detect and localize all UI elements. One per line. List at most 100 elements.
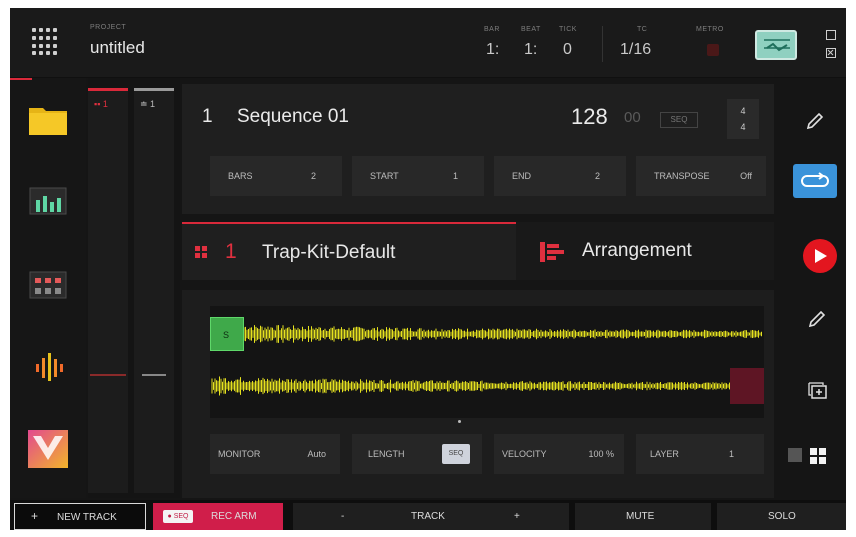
monitor-param[interactable]: MONITOR Auto (210, 434, 340, 474)
bpm-mode-badge[interactable]: SEQ (660, 112, 698, 128)
mute-button[interactable]: MUTE (575, 503, 711, 530)
button-label: TRACK (411, 511, 445, 522)
waveform-channel (243, 325, 762, 343)
new-track-button[interactable]: + NEW TRACK (14, 503, 146, 530)
start-param[interactable]: START 1 (352, 156, 484, 196)
track-number: 1 (225, 240, 237, 263)
browser-sidebar (10, 78, 86, 498)
level-marker (90, 374, 126, 376)
sequence-name[interactable]: Sequence 01 (237, 106, 349, 128)
param-label: LAYER (650, 449, 679, 459)
track-prev-button[interactable]: - (341, 511, 344, 522)
list-view-icon[interactable] (788, 448, 802, 462)
mixer-levels-icon[interactable] (28, 182, 68, 216)
pads-mixer-icon[interactable] (28, 266, 68, 300)
waveform-panel: S MONITOR Auto LENGTH SEQ VELOCITY 100 %… (182, 290, 774, 498)
track-strip-1[interactable]: ▪▪ 1 (88, 88, 128, 493)
beat-label: BEAT (521, 26, 541, 33)
end-param[interactable]: END 2 (494, 156, 626, 196)
param-label: LENGTH (368, 449, 405, 459)
play-button[interactable] (803, 239, 837, 273)
loop-button[interactable] (793, 164, 837, 198)
rec-arm-badge: ● SEQ (163, 510, 193, 523)
level-marker (142, 374, 166, 376)
button-label: MUTE (626, 511, 655, 522)
arrangement-icon (540, 240, 564, 269)
mixer-icon[interactable] (755, 30, 797, 60)
track-strip-2[interactable]: ≐ 1 (134, 88, 174, 493)
length-param[interactable]: LENGTH SEQ (352, 434, 482, 474)
sequence-number: 1 (202, 106, 213, 127)
playhead-dot (458, 420, 461, 423)
timesig-top: 4 (740, 106, 746, 116)
param-value: 1 (728, 449, 734, 459)
tc-label: TC (637, 26, 648, 33)
param-value: Off (740, 171, 752, 181)
rec-arm-button[interactable]: ● SEQ REC ARM (153, 503, 283, 530)
pencil-icon[interactable] (806, 112, 824, 135)
end-marker[interactable] (730, 368, 764, 404)
bars-param[interactable]: BARS 2 (210, 156, 342, 196)
metro-label: METRO (696, 26, 724, 33)
track-selector[interactable]: - TRACK + (293, 503, 569, 530)
tab-track[interactable]: 1 Trap-Kit-Default (182, 222, 516, 280)
tick-value[interactable]: 0 (563, 41, 572, 59)
param-value: 2 (310, 171, 316, 181)
start-marker[interactable]: S (210, 317, 244, 351)
header-divider (602, 26, 603, 62)
timesig-bottom: 4 (740, 122, 746, 132)
tick-label: TICK (559, 26, 577, 33)
sample-edit-icon[interactable] (28, 350, 68, 384)
tc-value[interactable]: 1/16 (620, 41, 651, 59)
close-window-icon[interactable] (826, 48, 836, 58)
project-name[interactable]: untitled (90, 38, 145, 58)
bar-label: BAR (484, 26, 500, 33)
transpose-param[interactable]: TRANSPOSE Off (636, 156, 766, 196)
beat-value[interactable]: 1: (524, 41, 537, 59)
strip-label: ▪▪ 1 (94, 99, 108, 109)
layer-param[interactable]: LAYER 1 (636, 434, 764, 474)
solo-button[interactable]: SOLO (717, 503, 846, 530)
param-value: Auto (307, 449, 326, 459)
waveform-graphic (211, 325, 762, 396)
param-value: 1 (452, 171, 458, 181)
param-label: TRANSPOSE (654, 171, 710, 181)
velocity-param[interactable]: VELOCITY 100 % (494, 434, 624, 474)
length-value-badge: SEQ (442, 444, 470, 464)
bpm-decimal[interactable]: 00 (624, 109, 641, 126)
waveform-display[interactable]: S (210, 306, 764, 423)
time-signature[interactable]: 4 4 (727, 99, 759, 139)
grid-menu-icon[interactable] (32, 28, 60, 56)
track-strips: ▪▪ 1 ≐ 1 (88, 78, 180, 498)
pencil-icon[interactable] (808, 310, 826, 333)
tool-column (776, 84, 846, 504)
param-label: END (512, 171, 532, 181)
app-screen: PROJECT untitled BAR 1: BEAT 1: TICK 0 T… (10, 8, 846, 530)
param-value: 100 % (588, 449, 614, 459)
strip-label: ≐ 1 (140, 99, 156, 109)
arrangement-name: Arrangement (582, 240, 692, 261)
plus-icon: + (31, 509, 39, 523)
header-bar: PROJECT untitled BAR 1: BEAT 1: TICK 0 T… (10, 8, 846, 78)
bottom-bar: + NEW TRACK ● SEQ REC ARM - TRACK + MUTE… (10, 500, 846, 530)
folder-icon[interactable] (28, 102, 68, 136)
bar-value[interactable]: 1: (486, 41, 499, 59)
sequence-panel: 1 Sequence 01 128 00 SEQ 4 4 BARS 2 STAR… (182, 84, 774, 214)
project-label: PROJECT (90, 24, 127, 31)
param-value: 2 (594, 171, 600, 181)
metronome-toggle[interactable] (707, 44, 719, 56)
param-label: BARS (228, 171, 253, 181)
button-label: SOLO (768, 511, 796, 522)
track-name: Trap-Kit-Default (262, 242, 396, 263)
bpm-value[interactable]: 128 (571, 104, 608, 130)
button-label: REC ARM (211, 511, 257, 522)
window-icon[interactable] (826, 30, 836, 40)
track-next-button[interactable]: + (514, 511, 520, 522)
param-label: VELOCITY (502, 449, 547, 459)
tab-arrangement[interactable]: Arrangement (516, 222, 774, 280)
add-layer-icon[interactable] (808, 382, 828, 405)
grid-view-icon[interactable] (810, 448, 826, 469)
pads-icon (195, 246, 207, 258)
app-logo-icon[interactable] (28, 430, 68, 468)
button-label: NEW TRACK (57, 512, 117, 523)
